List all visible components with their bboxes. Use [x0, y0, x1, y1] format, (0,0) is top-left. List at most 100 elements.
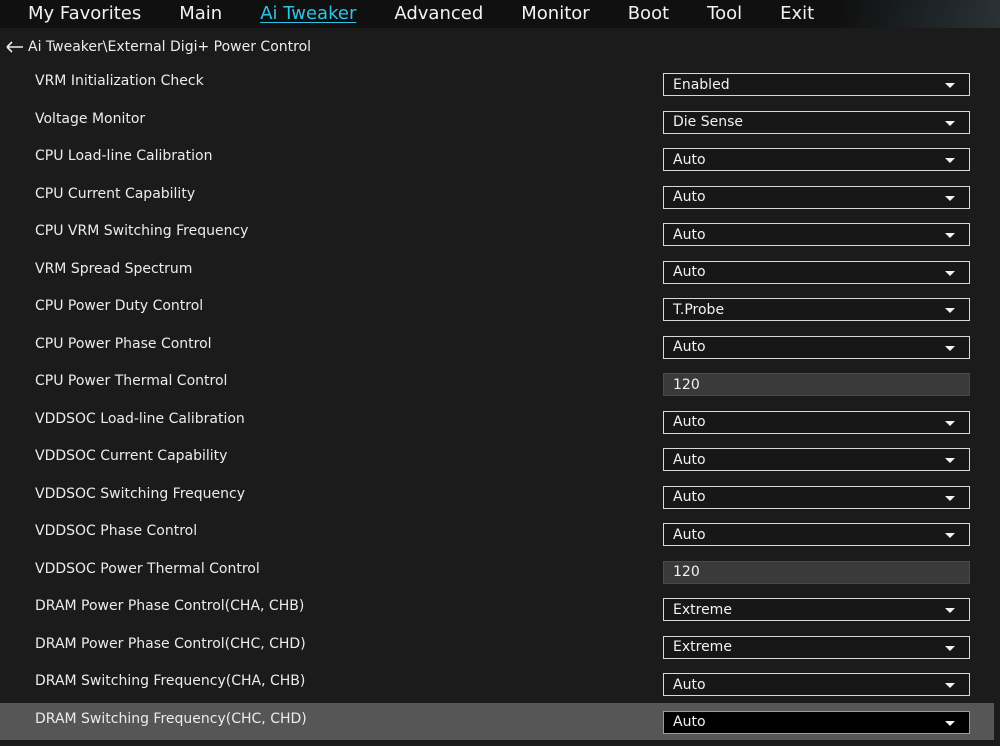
chevron-down-icon — [945, 645, 955, 651]
setting-row[interactable]: CPU Power Duty Control T.Probe — [0, 290, 1000, 328]
setting-value: Extreme — [673, 601, 732, 618]
setting-dropdown[interactable]: Auto — [663, 673, 970, 696]
setting-value: Auto — [673, 676, 706, 693]
setting-dropdown[interactable]: Auto — [663, 448, 970, 471]
chevron-down-icon — [945, 420, 955, 426]
setting-value-input[interactable]: 120 — [663, 373, 970, 396]
setting-value: Extreme — [673, 639, 732, 655]
chevron-down-icon — [945, 233, 955, 238]
setting-dropdown[interactable]: Auto — [663, 523, 970, 546]
chevron-down-icon — [945, 158, 955, 163]
setting-dropdown[interactable]: Auto — [663, 223, 970, 246]
setting-dropdown[interactable]: Auto — [663, 260, 970, 284]
setting-row[interactable]: VDDSOC Switching Frequency Auto — [0, 478, 1000, 516]
chevron-down-icon — [945, 683, 955, 688]
setting-value: T.Probe — [673, 301, 725, 318]
settings-list: VRM Initialization Check Enabled Voltage M… — [0, 65, 1000, 740]
back-arrow-icon[interactable] — [2, 34, 28, 60]
tab-ai-tweaker[interactable]: Ai Tweaker — [260, 0, 356, 28]
setting-row[interactable]: DRAM Switching Frequency(CHC, CHD) Auto — [0, 702, 994, 740]
chevron-down-icon — [945, 608, 955, 613]
setting-value: Auto — [673, 339, 706, 355]
tab-boot[interactable]: Boot — [628, 0, 669, 28]
setting-value: Enabled — [673, 76, 730, 93]
tab-tool[interactable]: Tool — [707, 0, 742, 28]
setting-label: Voltage Monitor — [35, 110, 146, 127]
setting-row[interactable]: VDDSOC Current Capability Auto — [0, 440, 1000, 478]
setting-label: CPU VRM Switching Frequency — [35, 223, 249, 239]
setting-value: Auto — [673, 714, 706, 730]
setting-row[interactable]: CPU Load-line Calibration Auto — [0, 140, 1000, 178]
setting-value: Auto — [673, 526, 706, 543]
setting-row[interactable]: DRAM Power Phase Control(CHA, CHB) Extrem… — [0, 590, 1000, 628]
setting-value: Auto — [673, 151, 706, 168]
setting-row[interactable]: VDDSOC Load-line Calibration Auto — [0, 403, 1000, 441]
chevron-down-icon — [945, 458, 955, 463]
setting-label: DRAM Power Phase Control(CHA, CHB) — [35, 598, 305, 614]
setting-dropdown[interactable]: Auto — [663, 485, 970, 509]
setting-value: Auto — [673, 264, 706, 280]
tab-main[interactable]: Main — [179, 0, 222, 28]
setting-dropdown[interactable]: Auto — [663, 185, 970, 209]
tab-advanced[interactable]: Advanced — [394, 0, 483, 28]
tab-my-favorites[interactable]: My Favorites — [28, 0, 141, 28]
chevron-down-icon — [945, 533, 955, 538]
setting-row[interactable]: VRM Spread Spectrum Auto — [0, 253, 1000, 291]
setting-row[interactable]: VDDSOC Phase Control Auto — [0, 515, 1000, 553]
setting-row[interactable]: CPU VRM Switching Frequency Auto — [0, 215, 1000, 253]
setting-label: CPU Power Phase Control — [35, 335, 212, 352]
setting-row[interactable]: DRAM Power Phase Control(CHC, CHD) Extrem… — [0, 628, 1000, 666]
tab-monitor[interactable]: Monitor — [521, 0, 589, 28]
chevron-down-icon — [945, 270, 955, 276]
setting-row[interactable]: VDDSOC Power Thermal Control 120 — [0, 553, 1000, 591]
setting-label: CPU Current Capability — [35, 185, 196, 202]
setting-row[interactable]: Voltage Monitor Die Sense — [0, 103, 1000, 141]
setting-label: DRAM Switching Frequency(CHA, CHB) — [35, 673, 306, 689]
setting-label: VDDSOC Load-line Calibration — [35, 410, 245, 427]
setting-row[interactable]: CPU Power Thermal Control 120 — [0, 365, 1000, 403]
chevron-down-icon — [945, 495, 955, 501]
setting-dropdown[interactable]: Extreme — [663, 598, 970, 621]
setting-label: VDDSOC Current Capability — [35, 448, 228, 464]
setting-dropdown[interactable]: Extreme — [663, 635, 970, 659]
setting-value-input[interactable]: 120 — [663, 560, 970, 584]
setting-label: VDDSOC Switching Frequency — [35, 485, 245, 502]
setting-label: VDDSOC Phase Control — [35, 523, 198, 539]
setting-label: CPU Load-line Calibration — [35, 148, 213, 164]
setting-label: DRAM Switching Frequency(CHC, CHD) — [35, 710, 307, 727]
breadcrumb: Ai Tweaker\External Digi+ Power Control — [0, 34, 311, 60]
setting-dropdown[interactable]: Auto — [663, 148, 970, 171]
tab-exit[interactable]: Exit — [780, 0, 814, 28]
setting-value: 120 — [673, 376, 700, 393]
setting-label: VRM Spread Spectrum — [35, 260, 193, 277]
setting-label: CPU Power Duty Control — [35, 298, 204, 314]
setting-value: Die Sense — [673, 114, 744, 130]
setting-row[interactable]: VRM Initialization Check Enabled — [0, 65, 1000, 103]
chevron-down-icon — [945, 720, 955, 726]
setting-dropdown[interactable]: Auto — [663, 710, 970, 734]
setting-label: VDDSOC Power Thermal Control — [35, 560, 260, 577]
setting-label: DRAM Power Phase Control(CHC, CHD) — [35, 635, 306, 652]
setting-value: 120 — [673, 564, 700, 580]
chevron-down-icon — [945, 120, 955, 126]
setting-value: Auto — [673, 451, 706, 468]
nav-decoration — [840, 0, 1000, 28]
setting-row[interactable]: CPU Current Capability Auto — [0, 178, 1000, 216]
setting-dropdown[interactable]: Auto — [663, 335, 970, 359]
chevron-down-icon — [945, 83, 955, 88]
top-navigation: My Favorites Main Ai Tweaker Advanced Mo… — [0, 0, 1000, 28]
setting-dropdown[interactable]: Die Sense — [663, 110, 970, 134]
chevron-down-icon — [945, 345, 955, 351]
setting-dropdown[interactable]: Auto — [663, 410, 970, 434]
setting-label: VRM Initialization Check — [35, 73, 204, 89]
setting-row[interactable]: CPU Power Phase Control Auto — [0, 328, 1000, 366]
breadcrumb-path: Ai Tweaker\External Digi+ Power Control — [28, 39, 312, 55]
setting-dropdown[interactable]: Enabled — [663, 73, 970, 96]
setting-dropdown[interactable]: T.Probe — [663, 298, 970, 321]
setting-value: Auto — [673, 189, 706, 205]
setting-label: CPU Power Thermal Control — [35, 373, 228, 389]
chevron-down-icon — [945, 308, 955, 313]
setting-value: Auto — [673, 226, 706, 243]
setting-value: Auto — [673, 414, 706, 430]
setting-row[interactable]: DRAM Switching Frequency(CHA, CHB) Auto — [0, 665, 1000, 703]
